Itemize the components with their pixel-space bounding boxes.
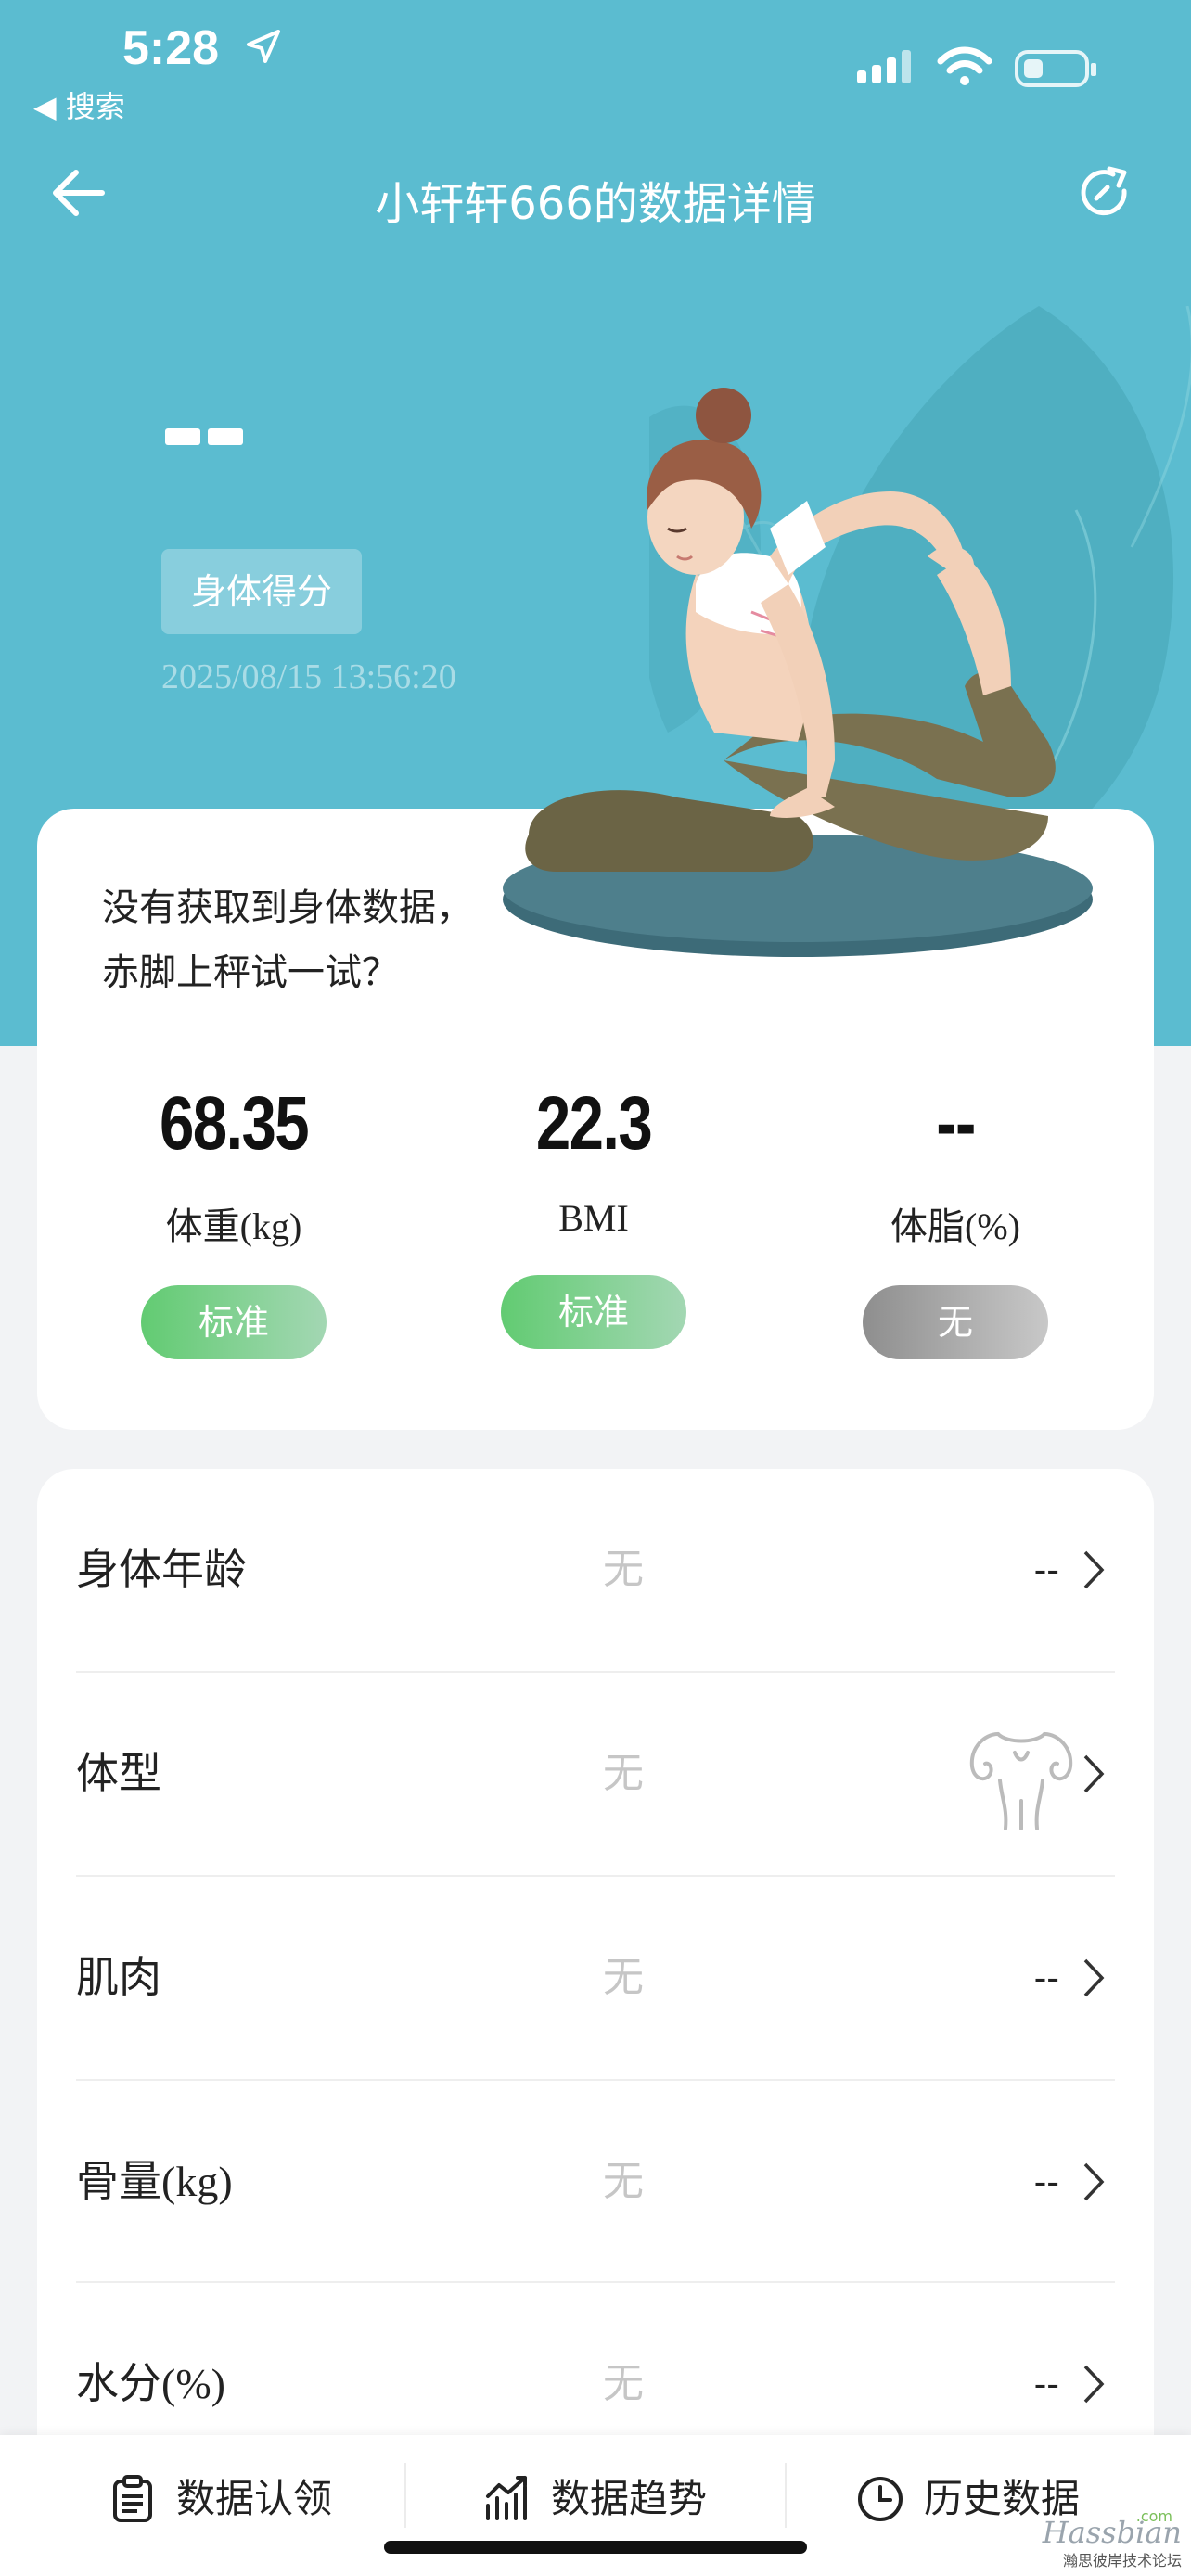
watermark-subtitle: 瀚思彼岸技术论坛	[1062, 2552, 1182, 2570]
detail-label: 骨量(kg)	[76, 2158, 233, 2205]
status-time: 5:28	[122, 21, 220, 75]
detail-label: 体型	[76, 1750, 161, 1797]
metric-body-fat[interactable]: -- 体脂(%) 无	[816, 1078, 1095, 1359]
detail-value: --	[1033, 1549, 1059, 1590]
measurement-timestamp: 2025/08/15 13:56:20	[161, 657, 456, 696]
detail-value: --	[1033, 2162, 1059, 2202]
location-arrow-icon	[247, 30, 280, 63]
watermark-logo: .com Hassbian 瀚思彼岸技术论坛	[1024, 2507, 1182, 2570]
metric-value: 68.35	[159, 1081, 310, 1166]
chevron-right-icon	[1083, 1754, 1105, 1793]
cellular-signal-icon	[857, 50, 916, 83]
detail-row-bone-mass[interactable]: 骨量(kg) 无 --	[76, 2081, 1115, 2283]
body-score-badge: 身体得分	[161, 549, 362, 634]
detail-label: 肌肉	[76, 1954, 161, 2001]
metric-value: --	[936, 1081, 976, 1166]
metric-value: 22.3	[535, 1081, 653, 1166]
yoga-woman-illustration	[503, 388, 1093, 957]
detail-level: 无	[603, 2158, 644, 2205]
metric-label: BMI	[558, 1197, 629, 1239]
detail-label: 身体年龄	[76, 1546, 247, 1593]
status-badge: 标准	[501, 1275, 686, 1349]
status-badge: 无	[863, 1285, 1048, 1359]
status-badge: 标准	[141, 1285, 327, 1359]
tab-separator	[404, 2463, 406, 2528]
trend-chart-icon	[486, 2476, 527, 2520]
bottom-tab-bar: 数据认领 数据趋势 历史数据	[0, 2435, 1191, 2576]
tab-label: 数据认领	[176, 2476, 333, 2521]
chevron-right-icon	[1083, 1550, 1105, 1589]
tab-label: 数据趋势	[551, 2476, 708, 2521]
detail-level: 无	[603, 1546, 644, 1593]
home-indicator[interactable]	[384, 2541, 807, 2554]
watermark-brand: Hassbian	[1042, 2515, 1182, 2550]
page-title: 小轩轩666的数据详情	[375, 178, 816, 230]
body-shape-icon	[969, 1732, 1073, 1830]
back-to-app-link[interactable]: ◀ 搜索	[33, 83, 125, 126]
tab-data-claim[interactable]: 数据认领	[108, 2435, 332, 2576]
detail-value: --	[1033, 1958, 1059, 1998]
tab-separator	[785, 2463, 787, 2528]
score-value	[165, 428, 250, 449]
refresh-icon[interactable]	[1076, 163, 1135, 223]
clock-icon	[858, 2477, 903, 2521]
detail-row-body-type[interactable]: 体型 无	[76, 1673, 1115, 1875]
detail-level: 无	[603, 1750, 644, 1797]
metric-label: 体脂(%)	[890, 1205, 1020, 1247]
tab-data-trend[interactable]: 数据趋势	[482, 2435, 707, 2576]
chevron-right-icon	[1083, 2365, 1105, 2404]
body-details-list: 身体年龄 无 -- 体型 无 肌肉 无 -- 骨量(kg) 无 -- 水分(%)	[37, 1469, 1154, 2563]
chevron-right-icon	[1083, 1958, 1105, 1997]
detail-row-body-age[interactable]: 身体年龄 无 --	[76, 1469, 1115, 1671]
battery-icon	[1015, 50, 1096, 87]
detail-level: 无	[603, 1954, 644, 2001]
clipboard-icon	[113, 2475, 152, 2522]
metric-bmi[interactable]: 22.3 BMI 标准	[455, 1078, 733, 1349]
metric-weight[interactable]: 68.35 体重(kg) 标准	[95, 1078, 373, 1359]
wifi-icon	[937, 46, 992, 85]
metric-label: 体重(kg)	[165, 1205, 302, 1247]
detail-row-muscle[interactable]: 肌肉 无 --	[76, 1877, 1115, 2079]
chevron-right-icon	[1083, 2162, 1105, 2201]
